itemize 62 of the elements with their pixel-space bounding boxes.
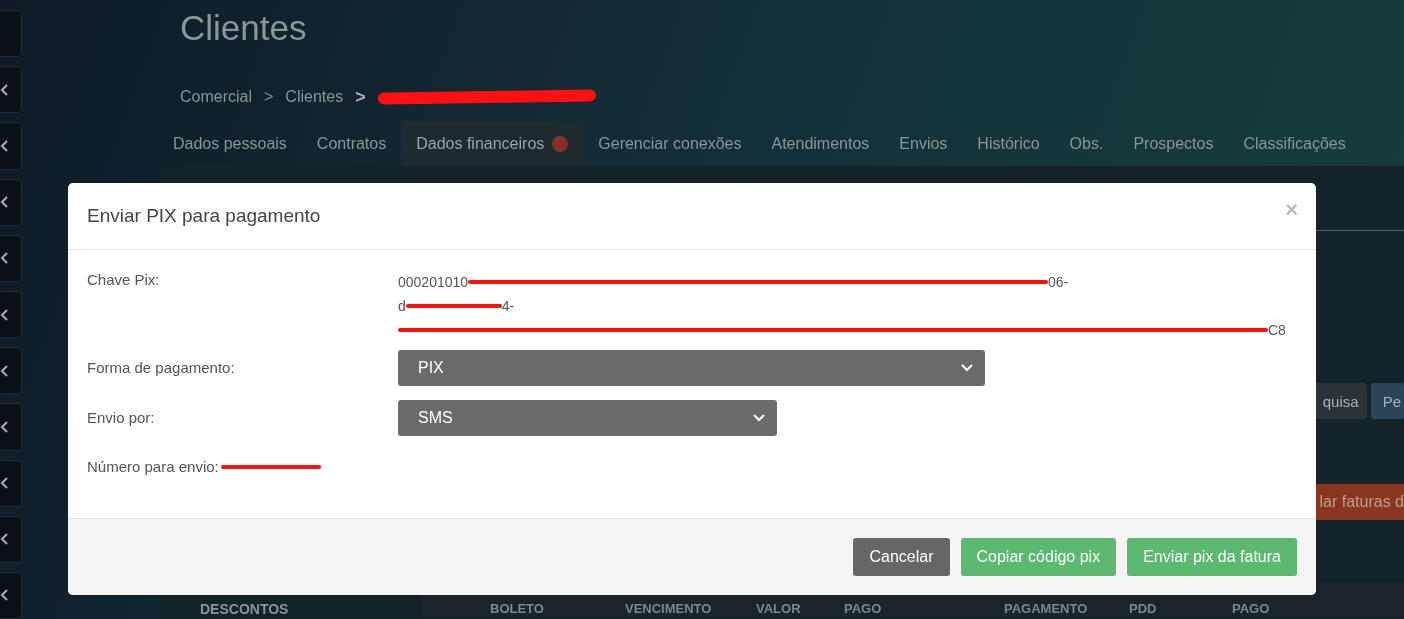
select-field[interactable]: SMS	[398, 400, 777, 436]
dialog-button[interactable]: Enviar pix da fatura	[1127, 538, 1297, 576]
sidebar-toggle[interactable]	[0, 178, 22, 226]
dialog-button[interactable]: Cancelar	[853, 538, 950, 576]
pix-key-text: C8	[1268, 321, 1286, 340]
chevron-down-icon	[961, 364, 973, 372]
chevron-left-icon	[0, 589, 8, 602]
field-label: Envio por:	[87, 408, 156, 428]
field-label: Número para envio:	[87, 458, 219, 475]
tab[interactable]: Histórico	[962, 121, 1055, 166]
column-header: PAGO	[1232, 601, 1271, 617]
sidebar-toggle[interactable]	[0, 459, 22, 507]
sidebar-toggle[interactable]	[0, 571, 22, 619]
dialog-button[interactable]: Copiar código pix	[960, 538, 1117, 576]
tab[interactable]: Gerenciar conexões	[583, 121, 757, 166]
chevron-down-icon	[753, 414, 765, 422]
field-label: Chave Pix:	[87, 270, 161, 290]
breadcrumb-separator: >	[355, 86, 366, 108]
column-header: PAGAMENTO	[1004, 601, 1089, 617]
sidebar-toggle[interactable]	[0, 10, 22, 58]
pix-key-text: 06-	[1048, 273, 1069, 292]
tab[interactable]: Obs.	[1054, 121, 1119, 166]
tab[interactable]: Dados financeiros	[401, 121, 584, 166]
section-label: DESCONTOS	[200, 601, 289, 617]
column-header: VENCIMENTO	[625, 601, 713, 617]
modal-title: Enviar PIX para pagamento	[87, 205, 321, 227]
sidebar-toggle[interactable]	[0, 234, 22, 282]
sidebar-toggle[interactable]	[0, 403, 22, 451]
column-header: PAGO	[844, 601, 883, 617]
tab[interactable]: Contratos	[301, 121, 402, 166]
column-header: BOLETO	[490, 601, 545, 617]
pix-key-text: 4-	[501, 297, 515, 316]
select-field[interactable]: PIX	[398, 350, 985, 386]
breadcrumb-link[interactable]: Clientes	[285, 88, 344, 106]
chevron-left-icon	[0, 308, 8, 321]
column-header: PDD	[1129, 601, 1158, 617]
pix-key-text: 000201010	[398, 273, 469, 292]
chevron-left-icon	[0, 252, 8, 265]
column-header: VALOR	[756, 601, 802, 617]
chevron-left-icon	[0, 139, 8, 152]
chevron-left-icon	[0, 533, 8, 546]
breadcrumb-link[interactable]: Comercial	[180, 88, 252, 106]
background-button[interactable]: Pe	[1370, 383, 1404, 419]
chevron-left-icon	[0, 196, 8, 209]
tab[interactable]: Dados pessoais	[158, 121, 302, 166]
breadcrumb-separator: >	[264, 88, 274, 106]
tab[interactable]: Envios	[884, 121, 963, 166]
sidebar-toggle[interactable]	[0, 515, 22, 563]
tab[interactable]: Classificações	[1228, 121, 1361, 166]
chevron-left-icon	[0, 477, 8, 490]
tab[interactable]: Atendimentos	[756, 121, 885, 166]
sidebar-toggle[interactable]	[0, 122, 22, 170]
pix-key-text: d	[398, 297, 406, 316]
field-label: Forma de pagamento:	[87, 358, 236, 378]
sidebar-toggle[interactable]	[0, 66, 22, 114]
sidebar-toggle[interactable]	[0, 290, 22, 339]
chevron-left-icon	[0, 420, 8, 433]
sidebar-toggle[interactable]	[0, 347, 22, 395]
page-title: Clientes	[180, 8, 308, 49]
chevron-left-icon	[0, 83, 8, 96]
chevron-left-icon	[0, 364, 8, 377]
tab[interactable]: Prospectos	[1118, 121, 1229, 166]
